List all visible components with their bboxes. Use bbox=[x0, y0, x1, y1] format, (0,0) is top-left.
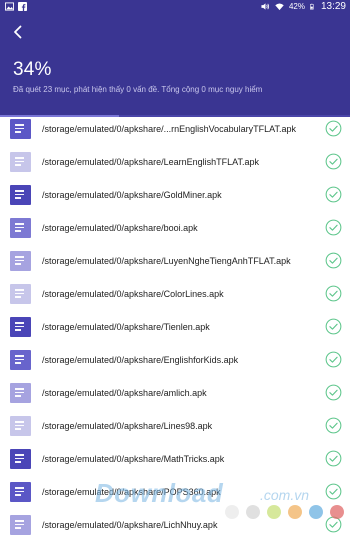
check-circle-icon bbox=[325, 351, 342, 368]
file-row[interactable]: /storage/emulated/0/apkshare/Tienlen.apk bbox=[0, 310, 350, 343]
file-icon bbox=[10, 184, 31, 205]
check-circle-icon bbox=[325, 153, 342, 170]
file-row[interactable]: /storage/emulated/0/apkshare/EnglishforK… bbox=[0, 343, 350, 376]
check-circle-icon bbox=[325, 516, 342, 533]
back-button[interactable] bbox=[8, 22, 28, 42]
check-circle-icon bbox=[325, 318, 342, 335]
file-icon bbox=[10, 316, 31, 337]
check-circle-icon bbox=[325, 120, 342, 137]
status-notifications bbox=[5, 2, 27, 11]
file-row[interactable]: /storage/emulated/0/apkshare/ColorLines.… bbox=[0, 277, 350, 310]
file-row[interactable]: /storage/emulated/0/apkshare/GoldMiner.a… bbox=[0, 178, 350, 211]
file-path: /storage/emulated/0/apkshare/MathTricks.… bbox=[42, 453, 225, 464]
back-arrow-icon bbox=[14, 25, 22, 39]
clock: 13:29 bbox=[320, 1, 346, 12]
file-icon bbox=[10, 349, 31, 370]
file-path: /storage/emulated/0/apkshare/...rnEnglis… bbox=[42, 123, 296, 134]
file-path: /storage/emulated/0/apkshare/LichNhuy.ap… bbox=[42, 519, 218, 530]
status-bar: 42% 13:29 bbox=[0, 0, 350, 14]
facebook-icon bbox=[18, 2, 27, 11]
file-path: /storage/emulated/0/apkshare/GoldMiner.a… bbox=[42, 189, 222, 200]
check-circle-icon bbox=[325, 450, 342, 467]
file-icon bbox=[10, 283, 31, 304]
check-circle-icon bbox=[325, 384, 342, 401]
file-icon bbox=[10, 151, 31, 172]
file-row[interactable]: /storage/emulated/0/apkshare/...rnEnglis… bbox=[0, 117, 350, 145]
file-row[interactable]: /storage/emulated/0/apkshare/booi.apk bbox=[0, 211, 350, 244]
battery-icon bbox=[309, 3, 314, 10]
file-path: /storage/emulated/0/apkshare/POPS360.apk bbox=[42, 486, 221, 497]
file-icon bbox=[10, 382, 31, 403]
scan-header: 34% Đã quét 23 mục, phát hiện thấy 0 vấn… bbox=[0, 14, 350, 117]
check-circle-icon bbox=[325, 483, 342, 500]
file-icon bbox=[10, 448, 31, 469]
file-icon bbox=[10, 217, 31, 238]
check-circle-icon bbox=[325, 219, 342, 236]
file-row[interactable]: /storage/emulated/0/apkshare/POPS360.apk bbox=[0, 475, 350, 508]
file-path: /storage/emulated/0/apkshare/LuyenNgheTi… bbox=[42, 255, 291, 266]
file-icon bbox=[10, 415, 31, 436]
file-row[interactable]: /storage/emulated/0/apkshare/Lines98.apk bbox=[0, 409, 350, 442]
file-row[interactable]: /storage/emulated/0/apkshare/LearnEnglis… bbox=[0, 145, 350, 178]
file-icon bbox=[10, 250, 31, 271]
file-path: /storage/emulated/0/apkshare/Tienlen.apk bbox=[42, 321, 210, 332]
battery-percent: 42% bbox=[288, 2, 305, 11]
image-notification-icon bbox=[5, 2, 14, 11]
check-circle-icon bbox=[325, 186, 342, 203]
file-path: /storage/emulated/0/apkshare/amlich.apk bbox=[42, 387, 207, 398]
check-circle-icon bbox=[325, 285, 342, 302]
file-row[interactable]: /storage/emulated/0/apkshare/LichNhuy.ap… bbox=[0, 508, 350, 536]
status-indicators: 42% 13:29 bbox=[261, 1, 346, 12]
scan-summary: Đã quét 23 mục, phát hiện thấy 0 vấn đề.… bbox=[13, 85, 263, 94]
volume-icon bbox=[261, 3, 270, 10]
file-path: /storage/emulated/0/apkshare/ColorLines.… bbox=[42, 288, 224, 299]
file-path: /storage/emulated/0/apkshare/EnglishforK… bbox=[42, 354, 239, 365]
file-row[interactable]: /storage/emulated/0/apkshare/MathTricks.… bbox=[0, 442, 350, 475]
file-path: /storage/emulated/0/apkshare/booi.apk bbox=[42, 222, 198, 233]
file-icon bbox=[10, 481, 31, 502]
check-circle-icon bbox=[325, 417, 342, 434]
check-circle-icon bbox=[325, 252, 342, 269]
file-icon bbox=[10, 514, 31, 535]
file-path: /storage/emulated/0/apkshare/Lines98.apk bbox=[42, 420, 213, 431]
file-row[interactable]: /storage/emulated/0/apkshare/amlich.apk bbox=[0, 376, 350, 409]
file-row[interactable]: /storage/emulated/0/apkshare/LuyenNgheTi… bbox=[0, 244, 350, 277]
scan-progress-percent: 34% bbox=[13, 59, 52, 80]
scanned-file-list[interactable]: /storage/emulated/0/apkshare/...rnEnglis… bbox=[0, 117, 350, 536]
file-icon bbox=[10, 118, 31, 139]
file-path: /storage/emulated/0/apkshare/LearnEnglis… bbox=[42, 156, 259, 167]
wifi-icon bbox=[275, 3, 284, 11]
